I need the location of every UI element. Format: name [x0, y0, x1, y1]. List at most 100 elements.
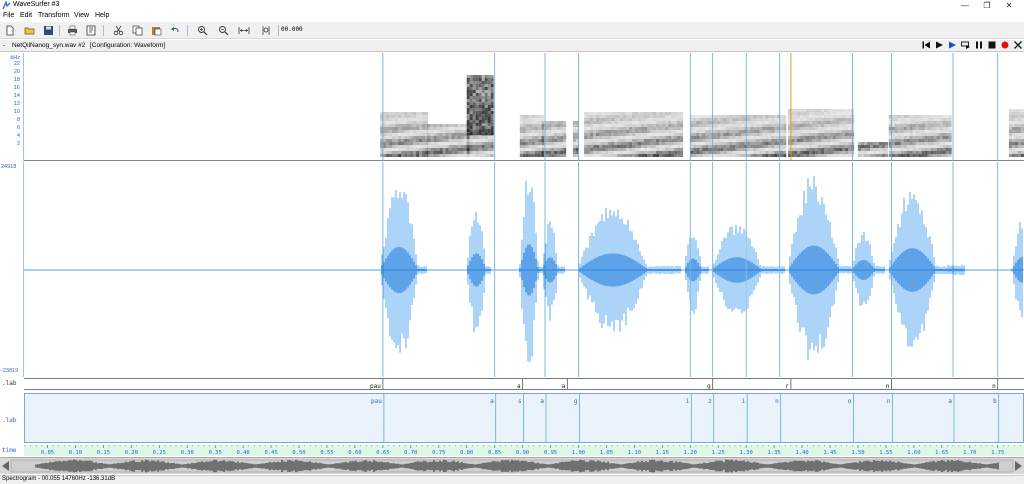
new-file-button[interactable]: [4, 25, 16, 36]
zoom-fit-button[interactable]: [238, 25, 250, 36]
skip-start-button[interactable]: [921, 41, 932, 51]
spectrogram-cell: [593, 112, 597, 115]
collapse-toggle[interactable]: -: [3, 42, 5, 49]
spectrogram-cell: [626, 145, 630, 148]
spectrogram-cell: [490, 87, 494, 90]
spectrogram-cell: [821, 154, 825, 157]
spectrogram-cell: [629, 124, 633, 127]
cut-button[interactable]: [112, 25, 124, 36]
spectrogram-cell: [614, 130, 618, 133]
spectrogram-cell: [864, 154, 867, 157]
paste-button[interactable]: [150, 25, 162, 36]
spectrogram-cell: [644, 121, 648, 124]
spectrogram-cell: [605, 115, 609, 118]
print-button[interactable]: [66, 25, 78, 36]
spectrogram-cell: [644, 118, 648, 121]
spectrogram-cell: [599, 115, 603, 118]
play-button[interactable]: [934, 41, 945, 51]
spectrogram-cell: [439, 127, 443, 130]
spectrogram-pane[interactable]: [24, 53, 1024, 161]
label-tier-2-pane[interactable]: pau a s a g i z i n o n a b: [24, 393, 1024, 443]
spectrogram-cell: [800, 130, 804, 133]
spectrogram-cell: [797, 151, 801, 154]
label-tier-1-pane[interactable]: pau a a g r n n: [24, 378, 1024, 390]
close-window-button[interactable]: ✕: [994, 0, 1024, 11]
axis-tick-label: 12: [13, 101, 20, 107]
spectrogram-cell: [696, 136, 700, 139]
spectrogram-cell: [545, 148, 549, 151]
menu-help[interactable]: Help: [95, 12, 109, 19]
spectrogram-cell: [915, 136, 919, 139]
spectrogram-cell: [674, 148, 678, 151]
spectrogram-cell: [545, 151, 549, 154]
spectrogram-cell: [599, 136, 603, 139]
spectrogram-cell: [617, 142, 621, 145]
spectrogram-cell: [554, 130, 558, 133]
new-file-icon: [6, 25, 14, 36]
spectrogram-cell: [563, 139, 567, 142]
zoom-selection-button[interactable]: [260, 25, 272, 36]
spectrogram-cell: [404, 118, 408, 121]
time-tick-label: 0.25: [153, 450, 166, 456]
spectrogram-cell: [383, 118, 387, 121]
spectrogram-cell: [463, 139, 467, 142]
close-sound-button[interactable]: [1012, 41, 1023, 51]
spectrogram-cell: [383, 145, 387, 148]
menu-edit[interactable]: Edit: [20, 12, 32, 19]
overview-scrollbar[interactable]: [0, 457, 1024, 474]
menu-transform[interactable]: Transform: [38, 12, 70, 19]
spectrogram-cell: [839, 121, 843, 124]
spectrogram-cell: [478, 154, 482, 157]
spectrogram-cell: [584, 124, 588, 127]
zoom-out-button[interactable]: [217, 25, 229, 36]
menu-view[interactable]: View: [74, 12, 89, 19]
play-selection-button[interactable]: [947, 41, 958, 51]
spectrogram-cell: [668, 121, 672, 124]
properties-button[interactable]: [85, 25, 97, 36]
spectrogram-cell: [650, 148, 654, 151]
spectrogram-cell: [720, 139, 724, 142]
spectrogram-cell: [475, 139, 479, 142]
spectrogram-cell: [1017, 121, 1021, 124]
pause-button[interactable]: [973, 41, 984, 51]
zoom-in-button[interactable]: [196, 25, 208, 36]
spectrogram-cell: [407, 121, 411, 124]
spectrogram-cell: [918, 118, 922, 121]
spectrogram-cell: [487, 120, 491, 123]
spectrogram-cell: [732, 124, 736, 127]
stop-button[interactable]: [986, 41, 997, 51]
loop-button[interactable]: [960, 41, 971, 51]
spectrogram-cell: [475, 96, 479, 99]
spectrogram-cell: [466, 145, 470, 148]
spectrogram-cell: [821, 145, 825, 148]
menu-file[interactable]: File: [3, 12, 14, 19]
spectrogram-cell: [478, 96, 482, 99]
spectrogram-cell: [522, 118, 526, 121]
record-button[interactable]: [999, 41, 1010, 51]
spectrogram-cell: [422, 136, 426, 139]
toolbar-separator: [59, 25, 60, 36]
spectrogram-cell: [665, 130, 669, 133]
spectrogram-cell: [487, 132, 491, 135]
spectrogram-cell: [557, 127, 561, 130]
spectrogram-cell: [407, 142, 411, 145]
spectrogram-cell: [629, 130, 633, 133]
spectrogram-cell: [921, 124, 925, 127]
waveform-pane[interactable]: [24, 162, 1024, 377]
save-button[interactable]: [42, 25, 54, 36]
spectrogram-cell: [537, 115, 541, 118]
open-button[interactable]: [23, 25, 35, 36]
spectrogram-cell: [921, 115, 925, 118]
spectrogram-cell: [809, 148, 813, 151]
spectrogram-cell: [903, 124, 907, 127]
spectrogram-cell: [774, 133, 778, 136]
spectrogram-cell: [383, 154, 387, 157]
spectrogram-cell: [460, 139, 464, 142]
undo-button[interactable]: [169, 25, 181, 36]
spectrogram-cell: [879, 154, 882, 157]
spectrogram-cell: [708, 136, 712, 139]
spectrogram-cell: [806, 124, 810, 127]
spectrogram-cell: [422, 121, 426, 124]
copy-button[interactable]: [131, 25, 143, 36]
spectrogram-cell: [410, 112, 414, 115]
